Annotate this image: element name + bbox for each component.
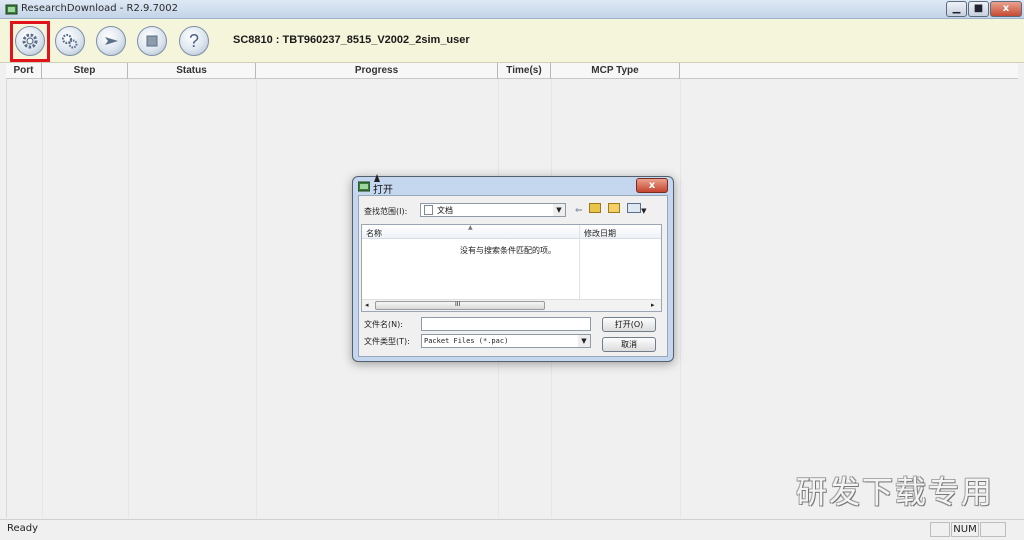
grid-column-line [128,79,129,518]
document-folder-icon [424,205,433,215]
empty-list-message: 没有与搜索条件匹配的项。 [460,246,556,255]
highlight-box [10,21,50,62]
minimize-button[interactable]: ▁ [946,1,967,17]
column-divider [579,225,580,300]
dialog-title: 打开 [373,185,393,196]
stop-download-button[interactable] [137,26,167,56]
up-folder-icon[interactable] [589,203,602,213]
stop-icon [146,35,158,47]
filetype-value: Packet Files (*.pac) [424,337,509,345]
sort-arrow-icon: ▲ [468,224,473,231]
status-text: Ready [7,523,39,534]
chevron-down-icon[interactable]: ▼ [641,207,646,215]
file-list-header: 名称 修改日期 [362,225,661,239]
scroll-right-icon[interactable]: ▸ [651,301,655,309]
view-menu-icon[interactable] [627,203,642,213]
look-in-value: 文档 [437,206,453,215]
maximize-button[interactable]: ■ [968,1,989,17]
window-title: ResearchDownload - R2.9.7002 [21,3,179,14]
grid-column-line [42,79,43,518]
dialog-nav-toolbar: ⇐ ▼ [575,203,647,217]
open-button[interactable]: 打开(O) [602,317,656,332]
back-arrow-icon[interactable]: ⇐ [575,206,583,216]
filename-input[interactable] [421,317,591,331]
scroll-left-icon[interactable]: ◂ [365,301,369,309]
gears-icon [61,33,78,49]
new-folder-icon[interactable] [608,203,621,213]
close-button[interactable]: x [990,1,1022,17]
cancel-button[interactable]: 取消 [602,337,656,352]
grid-header: Port Step Status Progress Time(s) MCP Ty… [6,63,1018,79]
model-label: SC8810 : TBT960237_8515_V2002_2sim_user [233,34,470,46]
load-packet-button[interactable] [55,26,85,56]
column-header-time[interactable]: Time(s) [498,63,551,79]
app-icon [5,4,18,15]
dialog-close-button[interactable]: x [636,178,668,193]
look-in-label: 查找范围(I): [364,207,408,216]
dialog-icon [358,181,370,192]
chevron-down-icon[interactable]: ▼ [578,335,590,347]
chevron-down-icon[interactable]: ▼ [553,204,565,216]
column-header-progress[interactable]: Progress [256,63,498,79]
status-bar [0,519,1024,540]
column-header-status[interactable]: Status [128,63,256,79]
column-header-mcp-type[interactable]: MCP Type [551,63,680,79]
play-arrow-icon [105,37,118,45]
start-download-button[interactable] [96,26,126,56]
status-pane [930,522,950,537]
help-icon: ? [188,30,199,51]
filetype-label: 文件类型(T): [364,337,410,346]
grid-column-line [256,79,257,518]
filename-label: 文件名(N): [364,320,403,329]
grid-column-line [680,79,681,518]
mouse-cursor-icon [374,174,380,182]
scrollbar-grip: III [455,301,461,308]
help-button[interactable]: ? [179,26,209,56]
num-lock-indicator: NUM [951,522,979,537]
column-header-step[interactable]: Step [42,63,128,79]
column-header-port[interactable]: Port [6,63,42,79]
status-pane [980,522,1006,537]
watermark-text: 研发下载专用 [796,475,994,511]
column-header-name[interactable]: 名称 [366,228,382,239]
column-header-modified-date[interactable]: 修改日期 [584,228,616,239]
